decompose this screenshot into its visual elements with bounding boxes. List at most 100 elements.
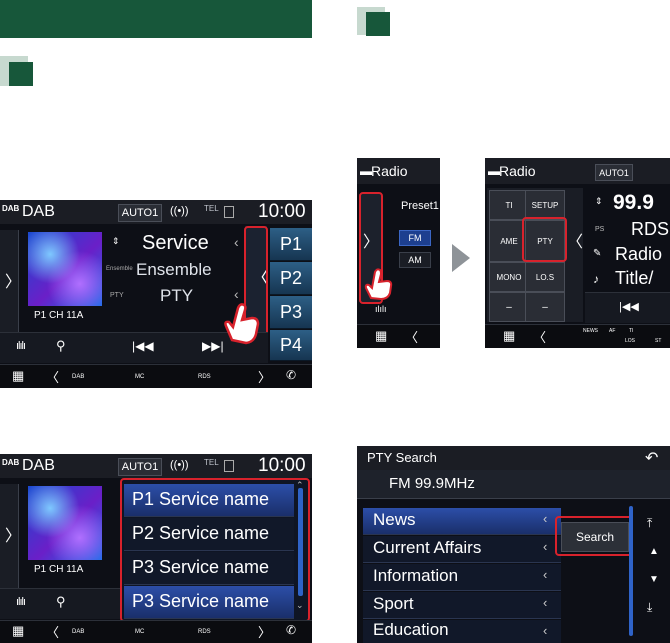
auto-label: AUTO1 [599, 167, 629, 178]
chevron-right-icon: 〉 [5, 274, 22, 291]
channel-label: P1 CH 11A [34, 310, 84, 321]
ensemble-small-label: Ensemble [106, 266, 133, 272]
source-label: DAB [22, 457, 55, 474]
album-art [28, 486, 102, 560]
home-grid-icon[interactable]: ▦ [12, 368, 24, 384]
scroll-bottom-icon[interactable]: ⤓ [647, 600, 652, 615]
bottom-news-label[interactable]: NEWS [583, 328, 598, 334]
preset-button-p2[interactable]: P2 [270, 262, 312, 295]
am-button[interactable]: AM [399, 252, 431, 268]
album-art [28, 232, 102, 306]
chevron-right-icon[interactable]: 〉 [258, 367, 271, 386]
scroll-down-icon[interactable]: ▼ [649, 574, 659, 585]
equalizer-icon[interactable]: ılılı [16, 340, 26, 352]
bottom-los-label[interactable]: LOS [625, 338, 635, 344]
tel-label: TEL [204, 204, 219, 213]
bottom-dab-label[interactable]: DAB [72, 374, 84, 380]
bottom-st-label[interactable]: ST [655, 338, 661, 344]
battery-icon [224, 206, 234, 218]
radio-screen-2: ▬ Radio AUTO1 TI SETUP AME PTY MONO LO.S… [485, 158, 670, 348]
bottom-mc-label[interactable]: MC [135, 629, 144, 635]
bottom-dab-label[interactable]: DAB [72, 629, 84, 635]
list-scrollbar[interactable] [629, 506, 633, 636]
ti-button[interactable]: TI [489, 190, 529, 220]
los-button[interactable]: LO.S [525, 262, 565, 292]
minus-button-left[interactable]: – [489, 292, 529, 322]
scroll-up-icon[interactable]: ▲ [649, 546, 659, 557]
highlight-box [555, 516, 633, 556]
pty-item-sport[interactable]: Sport ‹ [363, 592, 561, 619]
search-icon[interactable]: ⚲ [56, 338, 66, 354]
equalizer-icon[interactable]: ılılı [16, 596, 26, 608]
chevron-left-icon: ‹ [234, 234, 239, 250]
phone-icon[interactable]: ✆ [286, 368, 296, 382]
updown-icon: ⇕ [595, 196, 603, 206]
pty-item-news[interactable]: News ‹ [363, 508, 561, 535]
clock: 10:00 [258, 201, 306, 222]
minus-button-right[interactable]: – [525, 292, 565, 322]
pty-item-information[interactable]: Information ‹ [363, 564, 561, 591]
home-grid-icon[interactable]: ▦ [12, 623, 24, 639]
search-icon[interactable]: ⚲ [56, 594, 66, 610]
pty-text: PTY [160, 286, 194, 305]
tel-label: TEL [204, 458, 219, 467]
chevron-left-icon[interactable]: 〈 [46, 367, 59, 386]
ps-label: PS [595, 226, 605, 233]
chevron-left-icon: ‹ [543, 567, 548, 582]
home-grid-icon[interactable]: ▦ [375, 328, 387, 344]
bottom-rds-label[interactable]: RDS [198, 629, 211, 635]
pty-search-title: PTY Search [367, 450, 437, 465]
bottom-af-label[interactable]: AF [609, 328, 615, 334]
phone-icon[interactable]: ✆ [286, 623, 296, 637]
auto-button[interactable]: AUTO1 [118, 458, 162, 476]
chevron-left-icon[interactable]: 〈 [46, 622, 59, 641]
radio-text: Radio [615, 244, 663, 264]
fm-button[interactable]: FM [399, 230, 431, 246]
broadcast-icon: ((•)) [170, 205, 189, 217]
pty-item-label: Information [373, 566, 459, 585]
mono-label: MONO [496, 272, 522, 282]
radio-title: Radio [371, 163, 408, 179]
setup-button[interactable]: SETUP [525, 190, 565, 220]
scroll-top-icon[interactable]: ⤒ [647, 516, 652, 531]
bottom-rds-label[interactable]: RDS [198, 374, 211, 380]
mono-button[interactable]: MONO [489, 262, 529, 292]
chevron-left-icon[interactable]: 〈 [405, 327, 418, 346]
setup-label: SETUP [531, 200, 559, 210]
pty-search-screen: PTY Search ↶ FM 99.9MHz News ‹ Current Af… [357, 446, 670, 643]
pty-item-label: News [373, 510, 416, 529]
am-label: AM [408, 255, 422, 265]
chevron-left-icon[interactable]: 〈 [567, 228, 583, 252]
source-label: DAB [22, 203, 55, 220]
section-header-bar [0, 0, 312, 38]
step-marker-2 [366, 12, 390, 36]
dab-screen-2: DAB DAB AUTO1 ((•)) TEL 10:00 〉 P1 CH 11… [0, 454, 312, 643]
equalizer-icon[interactable]: ılılı [375, 304, 387, 314]
chevron-right-icon: 〉 [5, 528, 22, 545]
radio-title: Radio [499, 163, 536, 179]
chevron-right-icon[interactable]: 〉 [258, 622, 271, 641]
prev-icon[interactable]: |◀◀ [619, 300, 639, 313]
auto-button[interactable]: AUTO1 [595, 164, 633, 181]
radio-text-icon: ✎ [593, 248, 602, 259]
preset-button-p1[interactable]: P1 [270, 228, 312, 261]
highlight-box [120, 478, 310, 622]
back-icon[interactable]: ↶ [645, 448, 658, 468]
hand-pointer-icon [224, 303, 260, 345]
bottom-mc-label[interactable]: MC [135, 374, 144, 380]
highlight-box [522, 217, 567, 262]
pty-item-education[interactable]: Education ‹ [363, 620, 561, 643]
battery-icon [224, 460, 234, 472]
pty-item-current-affairs[interactable]: Current Affairs ‹ [363, 536, 561, 563]
chevron-left-icon: ‹ [543, 511, 548, 526]
auto-button[interactable]: AUTO1 [118, 204, 162, 222]
preset-button-p4[interactable]: P4 [270, 330, 312, 361]
chevron-left-icon[interactable]: 〈 [533, 327, 546, 346]
clock: 10:00 [258, 455, 306, 476]
prev-icon[interactable]: |◀◀ [132, 339, 154, 353]
home-grid-icon[interactable]: ▦ [503, 328, 515, 344]
preset-label: P2 [279, 267, 303, 288]
bottom-bar [357, 324, 440, 348]
bottom-ti-label[interactable]: TI [629, 328, 633, 334]
preset-button-p3[interactable]: P3 [270, 296, 312, 329]
